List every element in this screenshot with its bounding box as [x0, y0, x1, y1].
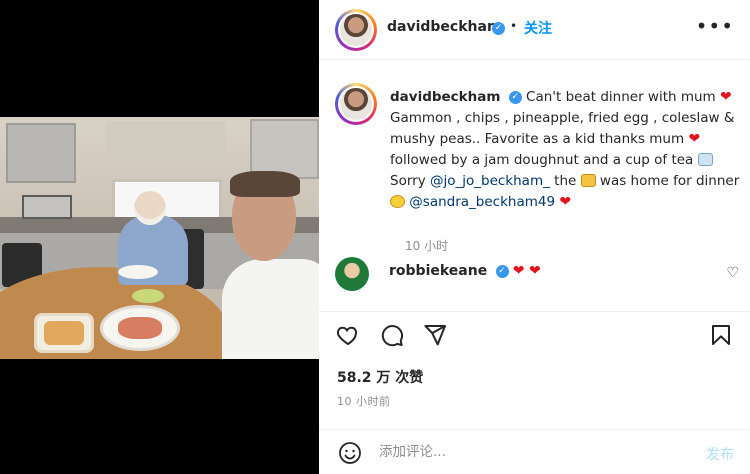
- photo-cabinet: [6, 123, 76, 183]
- post-panel: davidbeckham ✓ • 关注 ••• davidbeckham ✓ C…: [319, 0, 750, 474]
- laughing-face-icon: [390, 195, 405, 208]
- username-link[interactable]: davidbeckham: [387, 19, 502, 35]
- action-bar: [319, 311, 750, 359]
- caption-part: followed by a jam doughnut and a cup of …: [390, 152, 694, 168]
- post-comment-button[interactable]: 发布: [706, 444, 734, 464]
- caption-part: Can't beat dinner with mum: [526, 89, 716, 105]
- red-heart-icon: ❤ ❤: [512, 263, 541, 279]
- separator-dot: •: [510, 19, 518, 33]
- photo-bowl: [132, 289, 164, 303]
- avatar[interactable]: [335, 9, 377, 51]
- verified-badge-icon: ✓: [508, 90, 522, 104]
- add-comment-bar: 发布: [319, 429, 750, 474]
- photo-woman-head: [134, 191, 166, 225]
- caption-text: davidbeckham ✓ Can't beat dinner with mu…: [390, 87, 740, 213]
- follow-button[interactable]: 关注: [524, 18, 552, 38]
- photo-plate: [118, 265, 158, 279]
- avatar[interactable]: [335, 257, 369, 291]
- verified-badge-icon: ✓: [495, 264, 509, 278]
- cat-face-icon: [580, 174, 596, 187]
- comment-icon[interactable]: [379, 322, 405, 348]
- comment-input[interactable]: [379, 440, 679, 464]
- caption-part: Gammon , chips , pineapple, fried egg , …: [390, 110, 735, 147]
- photo-hood: [106, 121, 226, 161]
- post-photo[interactable]: [0, 117, 319, 359]
- tea-cup-icon: [697, 153, 713, 166]
- caption-part: was home for dinner: [599, 173, 740, 189]
- avatar-image: [340, 88, 372, 120]
- bookmark-icon[interactable]: [708, 322, 734, 348]
- share-icon[interactable]: [422, 322, 448, 348]
- caption-timestamp[interactable]: 10 小时: [405, 237, 448, 254]
- emoji-icon[interactable]: [337, 440, 363, 466]
- caption-part: the: [554, 173, 577, 189]
- caption-username-link[interactable]: davidbeckham: [390, 89, 500, 105]
- verified-badge-icon: ✓: [492, 22, 505, 35]
- red-heart-icon: ❤: [720, 89, 732, 105]
- photo-man-hair: [230, 171, 300, 197]
- comment-username-link[interactable]: robbiekeane: [389, 263, 487, 279]
- photo-man: [222, 259, 319, 359]
- post-timestamp[interactable]: 10 小时前: [337, 393, 391, 409]
- photo-gammon: [118, 317, 162, 339]
- photo-chips: [44, 321, 84, 345]
- heart-icon[interactable]: [335, 322, 361, 348]
- avatar[interactable]: [335, 83, 377, 125]
- mention-link[interactable]: @sandra_beckham49: [409, 194, 555, 210]
- red-heart-icon: ❤: [559, 194, 572, 210]
- post-header: davidbeckham ✓ • 关注 •••: [319, 0, 750, 60]
- red-heart-icon: ❤: [688, 131, 701, 147]
- more-options-icon[interactable]: •••: [696, 14, 734, 38]
- photo-microwave: [22, 195, 72, 219]
- avatar-image: [340, 14, 372, 46]
- comment-like-icon[interactable]: ♡: [726, 265, 739, 281]
- media-panel: [0, 0, 319, 474]
- mention-link[interactable]: @jo_jo_beckham_: [430, 173, 550, 189]
- comment-text: robbiekeane ✓ ❤ ❤: [389, 263, 541, 279]
- caption-part: Sorry: [390, 173, 426, 189]
- likes-count[interactable]: 58.2 万 次赞: [337, 367, 423, 387]
- post-modal: davidbeckham ✓ • 关注 ••• davidbeckham ✓ C…: [0, 0, 750, 474]
- comments-section[interactable]: davidbeckham ✓ Can't beat dinner with mu…: [319, 61, 750, 311]
- photo-cabinet: [250, 119, 319, 179]
